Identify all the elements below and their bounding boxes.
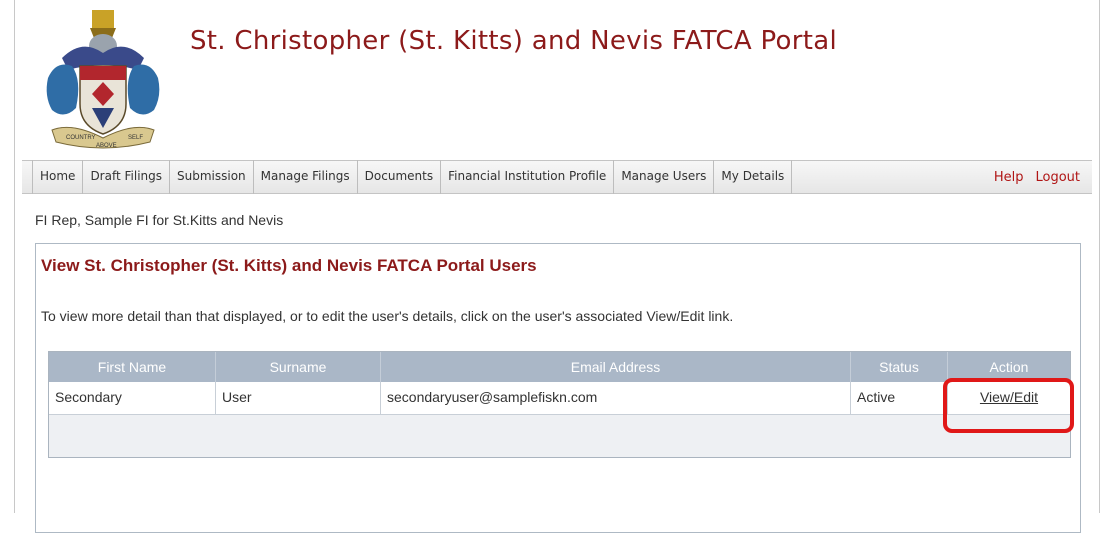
view-edit-highlight-box — [943, 378, 1074, 433]
nav-financial-institution-profile[interactable]: Financial Institution Profile — [441, 160, 615, 194]
main-nav: Home Draft Filings Submission Manage Fil… — [22, 160, 1092, 194]
nav-documents[interactable]: Documents — [358, 160, 442, 194]
site-header: COUNTRY ABOVE SELF St. Christopher (St. … — [22, 0, 1092, 158]
column-header-surname[interactable]: Surname — [216, 352, 381, 382]
cell-email: secondaryuser@samplefiskn.com — [381, 382, 851, 414]
table-header-row: First Name Surname Email Address Status … — [49, 352, 1070, 382]
nav-draft-filings[interactable]: Draft Filings — [83, 160, 171, 194]
panel-title: View St. Christopher (St. Kitts) and Nev… — [41, 256, 537, 275]
column-header-status[interactable]: Status — [851, 352, 948, 382]
column-header-first-name[interactable]: First Name — [49, 352, 216, 382]
instructions-text: To view more detail than that displayed,… — [41, 308, 734, 324]
svg-text:SELF: SELF — [128, 135, 143, 141]
help-link[interactable]: Help — [994, 170, 1024, 185]
cell-first-name: Secondary — [49, 382, 216, 414]
cell-surname: User — [216, 382, 381, 414]
nav-my-details[interactable]: My Details — [714, 160, 793, 194]
users-table: First Name Surname Email Address Status … — [48, 351, 1071, 458]
logout-link[interactable]: Logout — [1035, 170, 1080, 185]
cell-status: Active — [851, 382, 948, 414]
nav-submission[interactable]: Submission — [170, 160, 254, 194]
nav-manage-filings[interactable]: Manage Filings — [254, 160, 358, 194]
user-context-label: FI Rep, Sample FI for St.Kitts and Nevis — [35, 212, 284, 228]
users-panel: View St. Christopher (St. Kitts) and Nev… — [35, 243, 1081, 533]
nav-manage-users[interactable]: Manage Users — [614, 160, 715, 194]
svg-text:ABOVE: ABOVE — [96, 143, 117, 149]
nav-home[interactable]: Home — [32, 160, 84, 194]
table-row: Secondary User secondaryuser@samplefiskn… — [49, 382, 1070, 415]
svg-text:COUNTRY: COUNTRY — [66, 135, 96, 141]
column-header-email[interactable]: Email Address — [381, 352, 851, 382]
portal-title: St. Christopher (St. Kitts) and Nevis FA… — [190, 26, 837, 56]
coat-of-arms-logo: COUNTRY ABOVE SELF — [46, 10, 160, 149]
nav-utility-links: Help Logout — [994, 170, 1092, 185]
